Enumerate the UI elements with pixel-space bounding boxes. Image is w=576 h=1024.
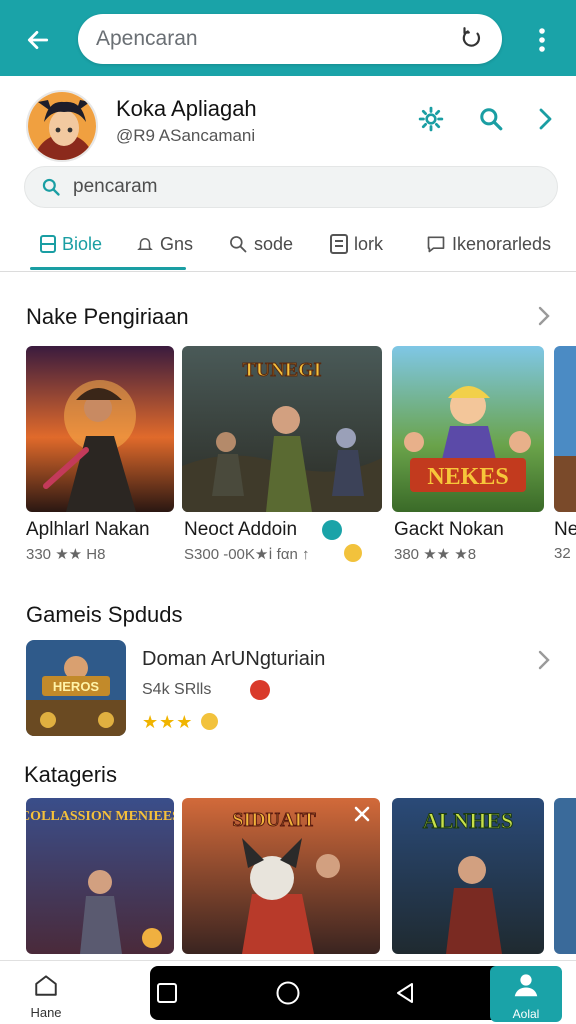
category-art: COLLASSION MENIEES [26,798,174,954]
game-meta: 380 ★★ ★8 [394,546,477,563]
tab-label: Gns [160,233,194,254]
gear-icon [418,106,444,132]
nav-account-label: Aolal [512,1007,540,1021]
document-icon [330,234,348,254]
game-thumbnail-art: HEROS [26,640,126,736]
tab-biole[interactable]: Biole [40,220,102,268]
rating-stars: ★★★ [142,712,194,732]
settings-button[interactable] [414,102,448,136]
section-more-button[interactable] [532,304,556,328]
category-card-1[interactable]: COLLASSION MENIEES [26,798,174,954]
refresh-icon[interactable] [458,26,484,52]
triangle-back-icon [397,983,413,1003]
avatar[interactable] [26,90,98,162]
verified-badge-icon [322,520,342,540]
profile-subtitle: @R9 ASancamani [116,126,256,145]
game-meta: 330 ★★ H8 [26,546,106,563]
section-title-nake: Nake Pengiriaan [26,304,189,329]
category-art [554,798,576,954]
grid-icon [40,235,56,253]
square-icon [157,983,177,1003]
avatar-illustration [28,92,96,160]
search-icon [480,108,503,131]
game-title: Ne [554,519,576,540]
game-item-open-button[interactable] [532,648,556,672]
game-thumbnail[interactable]: HEROS [26,640,126,736]
coin-icon [344,544,362,562]
nav-account[interactable]: Aolal [490,966,562,1022]
back-arrow-icon [27,31,49,49]
recents-button[interactable] [152,978,182,1008]
back-button[interactable] [18,20,58,60]
tab-label: lork [354,233,384,254]
game-cover-art [26,346,174,512]
game-card-3[interactable]: NEKES [392,346,544,512]
art-title: TUNEGI [243,359,322,381]
thumb-title: HEROS [53,679,100,694]
search-text: pencaram [73,176,158,197]
game-item-meta: S4k SRlls [142,681,212,698]
category-card-4[interactable] [554,798,576,954]
more-options-button[interactable] [524,20,560,60]
category-card-2[interactable]: SIDUAIT [182,798,380,954]
game-meta: S300 -00K★ⅰ fαn ↑ [184,546,310,563]
tab-gns[interactable]: Gns [136,220,193,268]
back-system-button[interactable] [390,978,420,1008]
section-title-categories: Katageris [24,762,117,787]
profile-next-button[interactable] [528,102,562,136]
category-art: ALNHES [392,798,544,954]
top-search-text: Apencaran [96,27,198,50]
game-cover-art [554,346,576,512]
search-icon [228,234,248,254]
search-input[interactable]: pencaram [24,166,558,208]
profile-name: Koka Apliagah [116,96,257,121]
nav-home[interactable]: Hane [22,972,70,1022]
game-title: Gackt Nokan [394,519,504,540]
tab-bar: Biole Gns sode lork Ikenorarleds [0,220,576,272]
tab-active-indicator [30,267,186,270]
home-system-button[interactable] [273,978,303,1008]
game-title: Neoct Addoin [184,519,298,540]
alert-badge-icon [250,680,270,700]
tab-lork[interactable]: lork [330,220,383,268]
kebab-menu-icon [539,28,545,52]
search-icon [42,178,60,196]
chat-icon [426,234,446,254]
art-title: NEKES [427,464,508,490]
art-title: ALNHES [423,808,513,833]
chevron-right-icon [539,108,552,130]
game-card-1[interactable] [26,346,174,512]
game-title: Aplhlarl Nakan [26,519,150,540]
game-card-2[interactable]: TUNEGI [182,346,382,512]
category-card-3[interactable]: ALNHES [392,798,544,954]
game-meta: 32 [554,545,571,562]
game-cover-art: NEKES [392,346,544,512]
art-title: COLLASSION MENIEES [26,809,174,824]
section-title-games: Gameis Spduds [26,602,183,627]
bell-icon [136,235,154,253]
top-search-input[interactable]: Apencaran [78,14,502,64]
chevron-right-icon [538,306,550,326]
profile-search-button[interactable] [474,102,508,136]
game-cover-art: TUNEGI [182,346,382,512]
tab-ikenorarleds[interactable]: Ikenorarleds [426,220,551,268]
chevron-right-icon [538,650,550,670]
circle-icon [276,981,300,1005]
tab-label: sode [254,233,294,254]
coin-icon [201,713,218,730]
tab-sode[interactable]: sode [228,220,293,268]
game-item-title: Doman ArUNgturiain [142,648,326,670]
nav-home-label: Hane [30,1005,62,1020]
game-card-4[interactable] [554,346,576,512]
home-icon [35,975,57,996]
tab-label: Ikenorarleds [452,233,552,254]
close-icon[interactable] [352,804,372,824]
person-icon [514,974,538,997]
art-title: SIDUAIT [232,809,316,831]
tab-label: Biole [62,233,103,254]
category-art: SIDUAIT [182,798,380,954]
